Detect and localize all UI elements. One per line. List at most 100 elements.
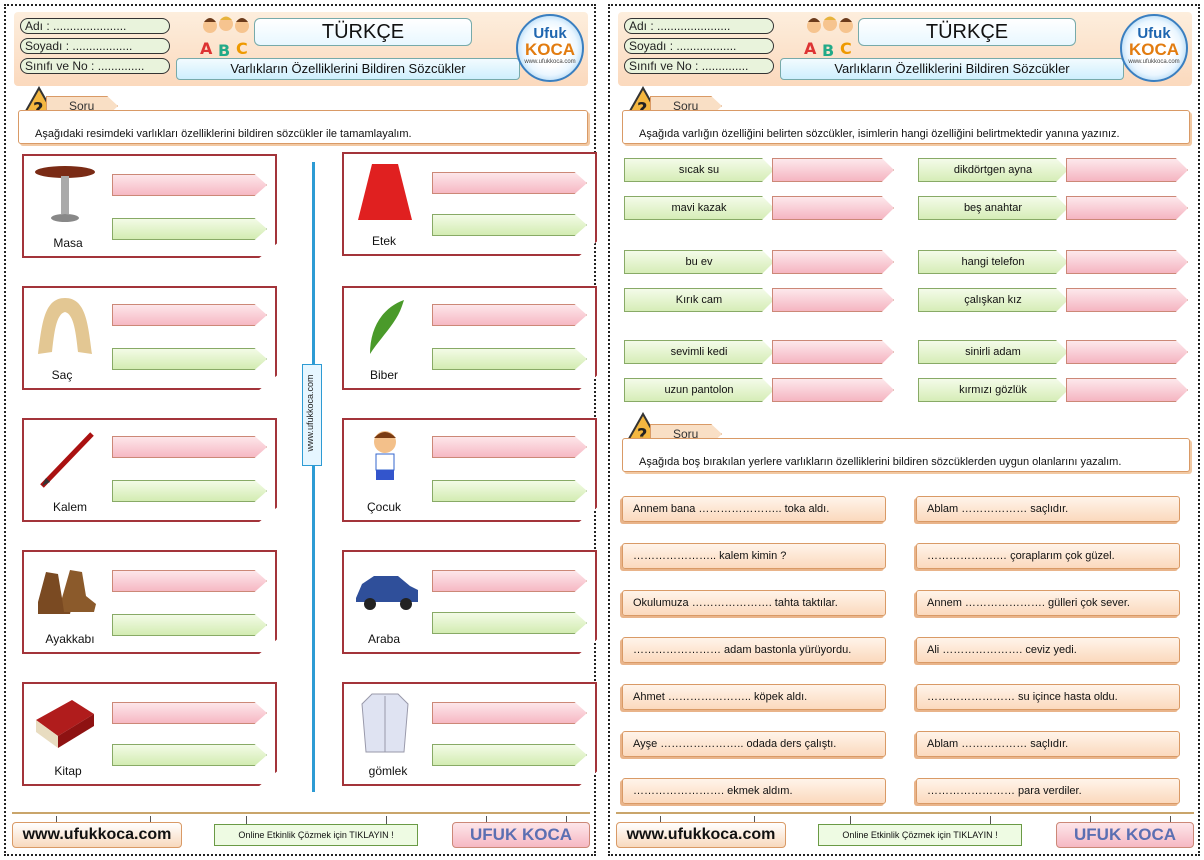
fill-in-sentence[interactable]: Annem bana ………………….. toka aldı. [622, 496, 886, 522]
class-label: Sınıfı ve No : [629, 59, 699, 73]
answer-arrow[interactable] [1066, 250, 1188, 274]
online-activity-button[interactable]: Online Etkinlik Çözmek için TIKLAYIN ! [214, 824, 418, 846]
book-icon [36, 700, 94, 748]
answer-arrow-red[interactable] [432, 570, 587, 592]
pepper-icon [370, 300, 404, 354]
answer-arrow-green[interactable] [112, 614, 267, 636]
answer-arrow-green[interactable] [112, 480, 267, 502]
fill-in-sentence[interactable]: ………………….. kalem kimin ? [622, 543, 886, 569]
answer-arrow-green[interactable] [432, 744, 587, 766]
car-icon [356, 576, 418, 610]
fill-in-sentence[interactable]: Annem …………………. gülleri çok sever. [916, 590, 1180, 616]
surname-field[interactable]: Soyadı : .................. [20, 38, 170, 54]
online-activity-button[interactable]: Online Etkinlik Çözmek için TIKLAYIN ! [818, 824, 1022, 846]
answer-arrow-green[interactable] [112, 348, 267, 370]
surname-label: Soyadı : [629, 39, 674, 53]
answer-arrow-green[interactable] [432, 612, 587, 634]
answer-arrow-green[interactable] [432, 480, 587, 502]
footer-brand: UFUK KOCA [1056, 822, 1194, 848]
fill-in-sentence[interactable]: Ablam ……………… saçlıdır. [916, 496, 1180, 522]
item-card-sac: Saç [22, 286, 277, 390]
answer-arrow-red[interactable] [112, 702, 267, 724]
fill-in-sentence[interactable]: Ablam ……………… saçlıdır. [916, 731, 1180, 757]
answer-arrow-red[interactable] [432, 702, 587, 724]
item-card-cocuk: Çocuk [342, 418, 597, 522]
class-field[interactable]: Sınıfı ve No : .............. [624, 58, 774, 74]
question-box: Aşağıdaki resimdeki varlıkları özellikle… [18, 110, 588, 144]
answer-arrow-red[interactable] [432, 172, 587, 194]
answer-arrow[interactable] [1066, 340, 1188, 364]
class-field[interactable]: Sınıfı ve No : .............. [20, 58, 170, 74]
header: Adı : ...................... Soyadı : ..… [14, 12, 588, 86]
answer-arrow-red[interactable] [112, 174, 267, 196]
item-card-kitap: Kitap [22, 682, 277, 786]
fill-in-sentence[interactable]: ……………….… çoraplarım çok güzel. [916, 543, 1180, 569]
answer-arrow[interactable] [772, 340, 894, 364]
phrase-label: kırmızı gözlük [918, 378, 1068, 402]
fill-in-sentence[interactable]: …………………… para verdiler. [916, 778, 1180, 804]
answer-arrow[interactable] [772, 196, 894, 220]
name-field[interactable]: Adı : ...................... [20, 18, 170, 34]
item-label: Ayakkabı [45, 632, 95, 646]
item-label: Biber [369, 368, 398, 382]
answer-arrow[interactable] [772, 288, 894, 312]
answer-arrow-red[interactable] [112, 570, 267, 592]
svg-text:A: A [804, 39, 817, 58]
surname-field[interactable]: Soyadı : .................. [624, 38, 774, 54]
fill-in-sentence[interactable]: Ahmet ………………….. köpek aldı. [622, 684, 886, 710]
svg-text:B: B [218, 41, 230, 58]
fill-in-sentence[interactable]: ……………………. ekmek aldım. [622, 778, 886, 804]
name-label: Adı : [629, 19, 654, 33]
shirt-icon [361, 693, 409, 753]
child-icon [374, 431, 396, 480]
header: Adı : ...................... Soyadı : ..… [618, 12, 1192, 86]
answer-arrow[interactable] [1066, 378, 1188, 402]
name-field[interactable]: Adı : ...................... [624, 18, 774, 34]
answer-arrow-red[interactable] [112, 304, 267, 326]
answer-arrow-green[interactable] [112, 218, 267, 240]
logo-url: www.ufukkoca.com [524, 59, 576, 65]
fill-in-sentence[interactable]: Ali …………………. ceviz yedi. [916, 637, 1180, 663]
phrase-label: beş anahtar [918, 196, 1068, 220]
phrase-label: sıcak su [624, 158, 774, 182]
answer-arrow[interactable] [772, 158, 894, 182]
item-card-gomlek: gömlek [342, 682, 597, 786]
item-card-biber: Biber [342, 286, 597, 390]
phrase-label: bu ev [624, 250, 774, 274]
fill-in-sentence[interactable]: …………………… su içince hasta oldu. [916, 684, 1180, 710]
answer-arrow-green[interactable] [112, 744, 267, 766]
answer-arrow-red[interactable] [432, 436, 587, 458]
worksheet-page-left: Adı : ...................... Soyadı : ..… [4, 4, 597, 856]
kids-abc-icon: A B C [804, 16, 853, 58]
answer-arrow-red[interactable] [432, 304, 587, 326]
answer-arrow-green[interactable] [432, 348, 587, 370]
answer-arrow[interactable] [772, 250, 894, 274]
item-card-ayakkabi: Ayakkabı [22, 550, 277, 654]
answer-arrow-green[interactable] [432, 214, 587, 236]
subject-title: TÜRKÇE [254, 18, 472, 46]
phrase-label: çalışkan kız [918, 288, 1068, 312]
name-label: Adı : [25, 19, 50, 33]
fill-in-sentence[interactable]: Okulumuza …………………. tahta taktılar. [622, 590, 886, 616]
phrase-label: sevimli kedi [624, 340, 774, 364]
answer-arrow[interactable] [1066, 158, 1188, 182]
answer-arrow[interactable] [772, 378, 894, 402]
brand-logo: Ufuk KOCA www.ufukkoca.com [516, 14, 584, 82]
item-label: Kitap [54, 764, 82, 778]
phrase-label: Kırık cam [624, 288, 774, 312]
surname-label: Soyadı : [25, 39, 70, 53]
class-label: Sınıfı ve No : [25, 59, 95, 73]
item-label: Saç [51, 368, 73, 382]
answer-arrow-red[interactable] [112, 436, 267, 458]
fill-in-sentence[interactable]: …………………… adam bastonla yürüyordu. [622, 637, 886, 663]
brand-logo: Ufuk KOCA www.ufukkoca.com [1120, 14, 1188, 82]
answer-arrow[interactable] [1066, 196, 1188, 220]
footer-site-link[interactable]: www.ufukkoca.com [616, 822, 786, 848]
item-label: Etek [371, 234, 396, 248]
phrase-label: sinirli adam [918, 340, 1068, 364]
question-text: Aşağıda boş bırakılan yerlere varlıkları… [639, 456, 1122, 468]
answer-arrow[interactable] [1066, 288, 1188, 312]
fill-in-sentence[interactable]: Ayşe ………………….. odada ders çalıştı. [622, 731, 886, 757]
svg-text:A: A [200, 39, 213, 58]
footer-site-link[interactable]: www.ufukkoca.com [12, 822, 182, 848]
